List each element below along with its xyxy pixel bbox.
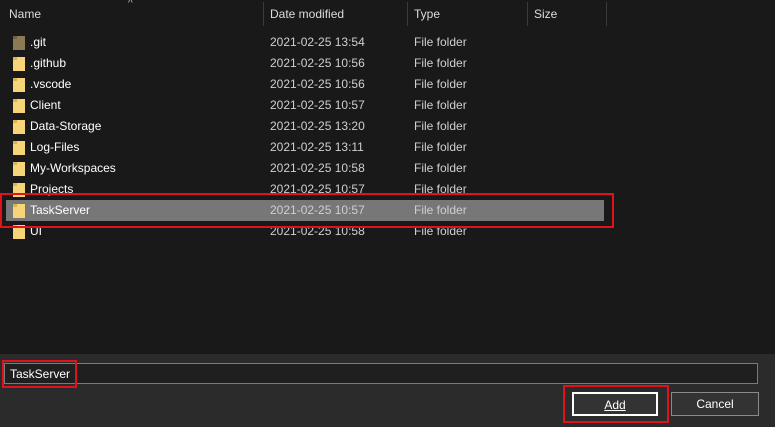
file-name: .github xyxy=(30,56,67,70)
column-divider[interactable] xyxy=(407,2,408,26)
file-row-github[interactable]: .github 2021-02-25 10:56 File folder xyxy=(6,53,604,74)
folder-icon xyxy=(13,57,25,71)
file-date: 2021-02-25 10:57 xyxy=(270,98,365,112)
folder-icon xyxy=(13,141,25,155)
file-date: 2021-02-25 13:11 xyxy=(270,140,364,154)
column-header-type[interactable]: Type xyxy=(414,0,440,28)
cancel-button[interactable]: Cancel xyxy=(671,392,759,416)
folder-icon xyxy=(13,36,25,50)
file-type: File folder xyxy=(414,119,467,133)
file-name: My-Workspaces xyxy=(30,161,116,175)
file-type: File folder xyxy=(414,98,467,112)
file-type: File folder xyxy=(414,77,467,91)
file-date: 2021-02-25 13:54 xyxy=(270,35,365,49)
file-row-my-workspaces[interactable]: My-Workspaces 2021-02-25 10:58 File fold… xyxy=(6,158,604,179)
file-row-vscode[interactable]: .vscode 2021-02-25 10:56 File folder xyxy=(6,74,604,95)
column-divider[interactable] xyxy=(606,2,607,26)
file-row-client[interactable]: Client 2021-02-25 10:57 File folder xyxy=(6,95,604,116)
file-date: 2021-02-25 10:58 xyxy=(270,161,365,175)
file-name: Log-Files xyxy=(30,140,80,154)
column-header: Name ^ Date modified Type Size xyxy=(0,0,775,28)
folder-icon xyxy=(13,162,25,176)
file-type: File folder xyxy=(414,56,467,70)
folder-icon xyxy=(13,99,25,113)
file-date: 2021-02-25 10:56 xyxy=(270,56,365,70)
column-divider[interactable] xyxy=(527,2,528,26)
folder-icon xyxy=(13,78,25,92)
column-divider[interactable] xyxy=(263,2,264,26)
file-type: File folder xyxy=(414,140,467,154)
column-header-date-modified[interactable]: Date modified xyxy=(270,0,344,28)
file-name: .git xyxy=(30,35,47,49)
filename-highlight-box xyxy=(2,360,77,388)
file-row-git[interactable]: .git 2021-02-25 13:54 File folder xyxy=(6,32,604,53)
file-name: Data-Storage xyxy=(30,119,102,133)
file-name: Client xyxy=(30,98,61,112)
file-type: File folder xyxy=(414,161,467,175)
file-row-log-files[interactable]: Log-Files 2021-02-25 13:11 File folder xyxy=(6,137,604,158)
sort-ascending-icon: ^ xyxy=(128,0,133,9)
column-header-size[interactable]: Size xyxy=(534,0,557,28)
selection-highlight-box xyxy=(0,193,614,228)
file-name: .vscode xyxy=(30,77,72,91)
file-type: File folder xyxy=(414,35,467,49)
add-button-highlight-box xyxy=(563,385,669,423)
folder-icon xyxy=(13,120,25,134)
file-date: 2021-02-25 13:20 xyxy=(270,119,365,133)
file-date: 2021-02-25 10:56 xyxy=(270,77,365,91)
filename-input[interactable] xyxy=(4,363,758,384)
file-row-data-storage[interactable]: Data-Storage 2021-02-25 13:20 File folde… xyxy=(6,116,604,137)
column-header-name[interactable]: Name xyxy=(9,0,41,28)
